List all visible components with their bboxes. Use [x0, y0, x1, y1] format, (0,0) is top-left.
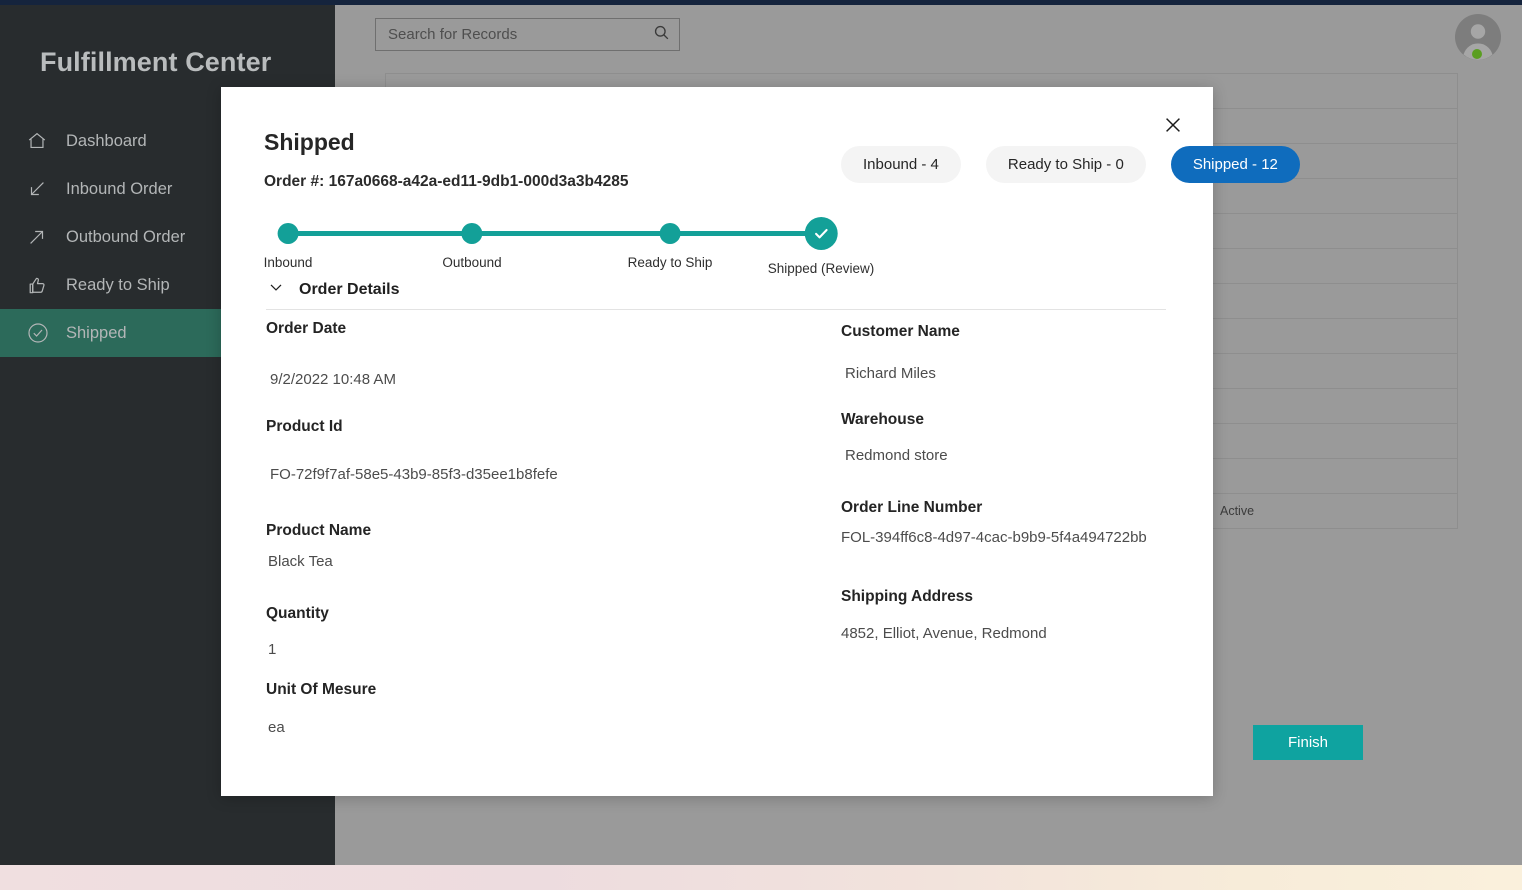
field-product-name: Product Name Black Tea: [266, 519, 841, 574]
search-box[interactable]: [375, 18, 680, 51]
thumbs-up-icon: [26, 274, 66, 297]
pill-shipped[interactable]: Shipped - 12: [1170, 146, 1300, 183]
field-label: Order Line Number: [841, 498, 983, 516]
search-icon[interactable]: [652, 23, 671, 47]
app-brand-title: Fulfillment Center: [40, 47, 272, 77]
field-value: Black Tea: [268, 553, 333, 571]
step-dot: [659, 223, 681, 244]
sidebar-item-label: Ready to Ship: [66, 275, 170, 294]
sidebar-item-label: Inbound Order: [66, 179, 173, 198]
order-progress-stepper: Inbound Outbound Ready to Ship Shipped (…: [263, 212, 874, 276]
close-icon[interactable]: [1160, 112, 1186, 138]
app-root: Fulfillment Center Dashboard Inbound Ord…: [0, 0, 1522, 890]
sidebar-item-label: Dashboard: [66, 131, 147, 150]
field-label: Product Name: [266, 522, 372, 539]
finish-button[interactable]: Finish: [1253, 725, 1363, 760]
field-value: Richard Miles: [845, 365, 936, 383]
sidebar-item-label: Shipped: [66, 323, 127, 342]
field-label: Product Id: [266, 417, 343, 435]
step-shipped-review[interactable]: Shipped (Review): [767, 212, 875, 276]
home-icon: [26, 130, 66, 152]
field-value: FO-72f9f7af-58e5-43b9-85f3-d35ee1b8fefe: [270, 467, 558, 483]
step-dot: [277, 223, 299, 244]
step-inbound[interactable]: Inbound: [263, 212, 313, 270]
field-label: Unit Of Mesure: [266, 680, 377, 698]
step-outbound[interactable]: Outbound: [442, 212, 502, 270]
order-details-toggle[interactable]: Order Details: [266, 277, 399, 302]
sidebar-item-label: Outbound Order: [66, 227, 186, 246]
pill-inbound[interactable]: Inbound - 4: [841, 146, 961, 183]
field-unit-of-measure: Unit Of Mesure ea: [266, 678, 841, 740]
field-value: 1: [268, 641, 277, 658]
step-dot-check: [804, 217, 838, 250]
details-column-right: Customer Name Richard Miles Warehouse Re…: [841, 317, 1213, 743]
desktop-bottom-strip: [0, 865, 1522, 890]
chevron-down-icon: [266, 277, 286, 302]
step-label: Inbound: [263, 255, 313, 270]
search-input[interactable]: [388, 26, 652, 43]
field-label: Customer Name: [841, 323, 960, 340]
field-value: 9/2/2022 10:48 AM: [270, 371, 396, 389]
window-top-strip: [0, 0, 1522, 5]
field-label: Shipping Address: [841, 588, 974, 606]
avatar[interactable]: [1454, 13, 1502, 61]
presence-indicator: [1472, 49, 1482, 59]
arrow-up-right-icon: [26, 226, 66, 248]
field-label: Order Date: [266, 320, 347, 337]
details-column-left: Order Date 9/2/2022 10:48 AM Product Id …: [221, 317, 841, 743]
order-details-label: Order Details: [299, 280, 400, 298]
field-warehouse: Warehouse Redmond store: [841, 408, 1213, 468]
stepper-track: [288, 231, 834, 236]
field-order-line-number: Order Line Number FOL-394ff6c8-4d97-4cac…: [841, 496, 1213, 550]
section-divider: [266, 309, 1166, 310]
field-customer-name: Customer Name Richard Miles: [841, 320, 1213, 386]
pill-ready-to-ship[interactable]: Ready to Ship - 0: [985, 146, 1146, 183]
field-value: FOL-394ff6c8-4d97-4cac-b9b9-5f4a494722bb: [841, 528, 1147, 546]
check-circle-icon: [26, 321, 66, 345]
field-value: ea: [268, 718, 285, 736]
top-bar: [335, 5, 1522, 67]
order-details-body: Order Date 9/2/2022 10:48 AM Product Id …: [221, 317, 1213, 743]
field-product-id: Product Id FO-72f9f7af-58e5-43b9-85f3-d3…: [266, 415, 841, 484]
step-ready-to-ship[interactable]: Ready to Ship: [627, 212, 713, 270]
field-value: Redmond store: [845, 447, 948, 464]
step-label: Outbound: [442, 255, 502, 270]
status-filter-pills: Inbound - 4 Ready to Ship - 0 Shipped - …: [841, 146, 1300, 183]
field-label: Quantity: [266, 604, 329, 622]
step-label: Shipped (Review): [767, 261, 875, 276]
order-number: Order #: 167a0668-a42a-ed11-9db1-000d3a3…: [264, 173, 629, 190]
check-icon: [814, 228, 828, 239]
step-label: Ready to Ship: [627, 255, 713, 270]
field-label: Warehouse: [841, 410, 924, 428]
page-title: Shipped: [264, 129, 355, 155]
field-shipping-address: Shipping Address 4852, Elliot, Avenue, R…: [841, 585, 1213, 645]
field-value: 4852, Elliot, Avenue, Redmond: [841, 624, 1047, 642]
field-order-date: Order Date 9/2/2022 10:48 AM: [266, 317, 841, 392]
arrow-down-left-icon: [26, 178, 66, 200]
shipped-order-dialog: Shipped Order #: 167a0668-a42a-ed11-9db1…: [221, 87, 1363, 796]
field-quantity: Quantity 1: [266, 602, 841, 662]
table-cell-status: Active: [1220, 504, 1255, 518]
step-dot: [461, 223, 483, 244]
sidebar-item-shipped[interactable]: Shipped: [0, 309, 223, 357]
